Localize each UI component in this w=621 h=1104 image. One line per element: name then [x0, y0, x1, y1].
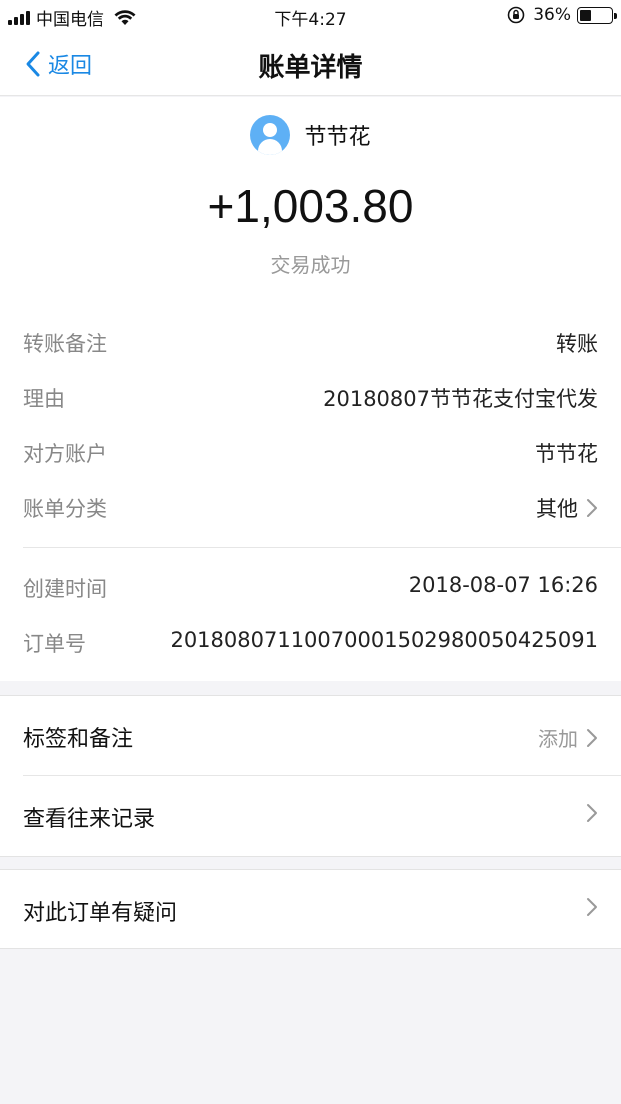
order-question-row[interactable]: 对此订单有疑问: [0, 870, 621, 948]
detail-row-created-time: 创建时间 2018-08-07 16:26: [0, 559, 621, 614]
transaction-status: 交易成功: [270, 253, 351, 277]
tags-and-notes-row[interactable]: 标签和备注 添加: [0, 696, 621, 776]
divider: [23, 547, 621, 548]
page-title: 账单详情: [258, 53, 363, 83]
action-label: 查看往来记录: [23, 807, 156, 832]
action-right: [578, 897, 598, 917]
category-value[interactable]: 其他: [536, 493, 598, 523]
chevron-right-icon: [587, 499, 597, 517]
detail-label: 转账备注: [23, 332, 107, 356]
detail-row-remark: 转账备注 转账: [0, 314, 621, 369]
view-history-row[interactable]: 查看往来记录: [0, 776, 621, 856]
detail-label: 账单分类: [23, 497, 107, 521]
chevron-right-icon: [587, 804, 597, 822]
chevron-right-icon: [587, 898, 597, 916]
action-right: 添加: [538, 723, 598, 752]
detail-row-reason: 理由 20180807节节花支付宝代发: [0, 369, 621, 424]
battery-percent: 36%: [533, 5, 571, 25]
status-right: 36%: [507, 5, 617, 25]
battery-icon: [577, 6, 617, 24]
nav-bar: 返回 账单详情: [0, 32, 621, 96]
user-avatar-icon: [250, 115, 291, 155]
detail-value: 转账: [556, 332, 598, 356]
detail-value: 节节花: [535, 442, 598, 466]
payee-name: 节节花: [304, 125, 371, 150]
action-group-1: 标签和备注 添加 查看往来记录: [0, 695, 621, 857]
action-label: 标签和备注: [23, 727, 134, 752]
detail-value: 2018-08-07 16:26: [408, 573, 598, 597]
detail-label: 对方账户: [23, 442, 107, 466]
action-group-2: 对此订单有疑问: [0, 869, 621, 949]
detail-value: 20180807节节花支付宝代发: [323, 387, 598, 411]
action-right: [578, 803, 598, 823]
action-label: 对此订单有疑问: [23, 901, 178, 926]
battery-level: [580, 9, 591, 21]
transaction-amount: +1,003.80: [207, 180, 414, 232]
add-label: 添加: [538, 727, 578, 751]
rotation-lock-icon: [507, 6, 525, 24]
detail-value: 其他: [536, 497, 578, 521]
payee-header: 节节花: [0, 115, 621, 155]
bill-detail-card: 节节花 +1,003.80 交易成功 转账备注 转账 理由 20180807节节…: [0, 97, 621, 681]
detail-row-category[interactable]: 账单分类 其他: [0, 479, 621, 534]
detail-row-order-number: 订单号 2018080711007000150298005042509​1: [0, 614, 621, 669]
chevron-right-icon: [587, 728, 597, 747]
detail-row-counterparty: 对方账户 节节花: [0, 424, 621, 479]
order-number-value: 2018080711007000150298005042509​1: [170, 628, 598, 652]
detail-label: 创建时间: [23, 577, 107, 601]
detail-label: 订单号: [23, 632, 86, 656]
detail-label: 理由: [23, 387, 65, 411]
status-bar: 中国电信 下午4:27 36%: [0, 0, 621, 32]
